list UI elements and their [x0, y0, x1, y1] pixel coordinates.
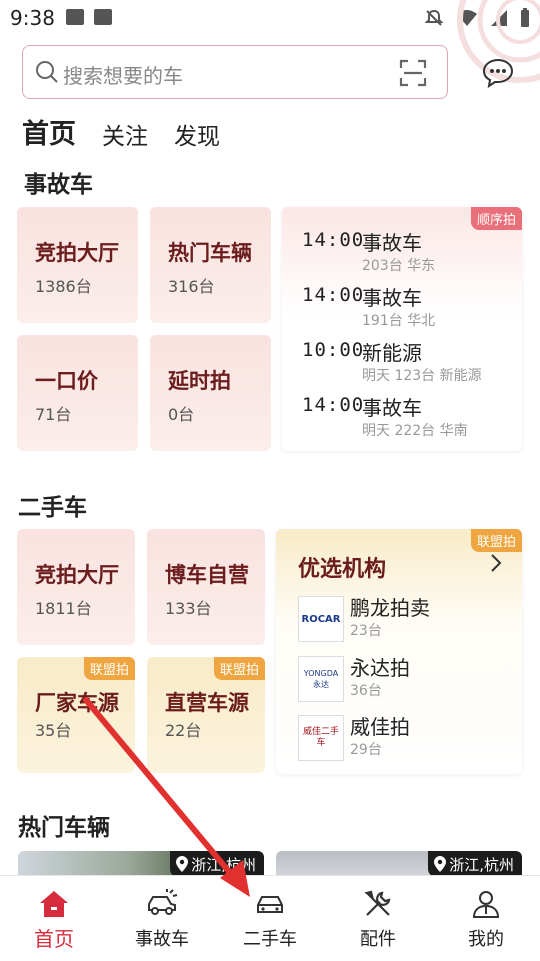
- scan-icon[interactable]: [399, 59, 427, 87]
- org-name: 鹏龙拍卖: [350, 596, 430, 620]
- message-icon[interactable]: [482, 58, 514, 88]
- org-count: 29台: [350, 742, 382, 758]
- accident-fixed-price-card[interactable]: 一口价 71台: [17, 335, 138, 451]
- schedule-time: 14:00: [302, 394, 365, 416]
- nav-label: 首页: [34, 927, 74, 951]
- preferred-orgs-title: 优选机构: [298, 557, 387, 582]
- org-count: 23台: [350, 623, 382, 639]
- schedule-detail: 明天 222台 华南: [362, 423, 468, 439]
- nav-label: 配件: [360, 929, 396, 950]
- schedule-detail: 203台 华东: [362, 258, 436, 274]
- bottom-nav: 首页 事故车 二手车 配件 我的: [0, 875, 540, 961]
- card-title: 热门车辆: [168, 241, 252, 265]
- nav-item-home[interactable]: 首页: [0, 876, 108, 961]
- org-name: 永达拍: [350, 656, 410, 680]
- gallery-notification-icon: [66, 9, 84, 25]
- card-title: 一口价: [35, 369, 98, 393]
- used-manufacturer-source-card[interactable]: 联盟拍 厂家车源 35台: [17, 657, 135, 773]
- used-self-operated-card[interactable]: 博车自营 133台: [147, 529, 265, 645]
- nav-item-accident-car[interactable]: 事故车: [108, 876, 216, 961]
- tab-follow[interactable]: 关注: [102, 117, 148, 151]
- nav-item-profile[interactable]: 我的: [432, 876, 540, 961]
- card-count: 133台: [165, 599, 212, 618]
- preferred-orgs-panel[interactable]: 联盟拍 优选机构 ROCAR 鹏龙拍卖 23台 YONGDA 永达 永达拍 36…: [276, 529, 522, 774]
- chevron-right-icon[interactable]: [490, 553, 502, 573]
- accident-hot-vehicles-card[interactable]: 热门车辆 316台: [150, 207, 271, 323]
- schedule-time: 14:00: [302, 229, 365, 251]
- auction-schedule-panel[interactable]: 顺序拍 14:00 事故车 203台 华东 14:00 事故车 191台 华北 …: [282, 207, 522, 451]
- card-title: 直营车源: [165, 691, 249, 715]
- schedule-detail: 明天 123台 新能源: [362, 368, 482, 384]
- alliance-auction-badge: 联盟拍: [83, 657, 135, 680]
- yongda-logo: YONGDA 永达: [298, 656, 344, 702]
- profile-icon: [472, 891, 500, 918]
- used-direct-source-card[interactable]: 联盟拍 直营车源 22台: [147, 657, 265, 773]
- location-text: 浙江,杭州: [191, 855, 256, 874]
- schedule-name: 事故车: [362, 231, 422, 255]
- nav-item-parts[interactable]: 配件: [324, 876, 432, 961]
- card-count: 1811台: [35, 599, 92, 618]
- card-count: 22台: [165, 721, 202, 740]
- search-placeholder: 搜索想要的车: [63, 64, 183, 88]
- accident-auction-hall-card[interactable]: 竞拍大厅 1386台: [17, 207, 138, 323]
- tab-home[interactable]: 首页: [22, 112, 76, 151]
- location-text: 浙江,杭州: [449, 855, 514, 874]
- org-count: 36台: [350, 683, 382, 699]
- search-icon: [36, 61, 58, 83]
- schedule-time: 14:00: [302, 284, 365, 306]
- top-tabs: 首页 关注 发现: [22, 112, 220, 151]
- card-title: 竞拍大厅: [35, 241, 119, 265]
- schedule-name: 新能源: [362, 341, 422, 365]
- schedule-time: 10:00: [302, 339, 365, 361]
- status-time: 9:38: [10, 6, 55, 30]
- sequential-auction-badge: 顺序拍: [470, 207, 522, 230]
- damaged-car-icon: [148, 889, 178, 915]
- location-pin-icon: [434, 856, 447, 872]
- card-title: 博车自营: [165, 563, 249, 587]
- card-title: 厂家车源: [35, 691, 119, 715]
- card-title: 延时拍: [168, 369, 231, 393]
- rocar-logo: ROCAR: [298, 596, 344, 642]
- card-count: 0台: [168, 405, 195, 424]
- card-count: 35台: [35, 721, 72, 740]
- org-name: 威佳拍: [350, 715, 410, 739]
- hot-vehicles-section-title: 热门车辆: [18, 815, 110, 841]
- nav-item-used-car[interactable]: 二手车: [216, 876, 324, 961]
- search-input[interactable]: 搜索想要的车: [22, 45, 448, 99]
- used-auction-hall-card[interactable]: 竞拍大厅 1811台: [17, 529, 135, 645]
- alliance-auction-badge: 联盟拍: [470, 529, 522, 552]
- nav-label: 我的: [468, 929, 504, 950]
- tab-discover[interactable]: 发现: [174, 117, 220, 151]
- location-pin-icon: [176, 856, 189, 872]
- nav-label: 二手车: [243, 929, 297, 950]
- schedule-name: 事故车: [362, 286, 422, 310]
- app-notification-icon: [94, 9, 112, 25]
- alliance-auction-badge: 联盟拍: [213, 657, 265, 680]
- location-badge: 浙江,杭州: [170, 851, 264, 877]
- card-count: 71台: [35, 405, 72, 424]
- home-icon: [40, 891, 68, 917]
- card-count: 1386台: [35, 277, 92, 296]
- accident-delayed-auction-card[interactable]: 延时拍 0台: [150, 335, 271, 451]
- tools-icon: [364, 890, 391, 916]
- accident-section-title: 事故车: [24, 172, 93, 198]
- location-badge: 浙江,杭州: [428, 851, 522, 877]
- schedule-name: 事故车: [362, 396, 422, 420]
- car-icon: [257, 896, 283, 913]
- weijia-logo: 威佳二手车: [298, 715, 344, 761]
- card-count: 316台: [168, 277, 215, 296]
- used-car-section-title: 二手车: [18, 495, 87, 521]
- schedule-detail: 191台 华北: [362, 313, 436, 329]
- nav-label: 事故车: [135, 929, 189, 950]
- card-title: 竞拍大厅: [35, 563, 119, 587]
